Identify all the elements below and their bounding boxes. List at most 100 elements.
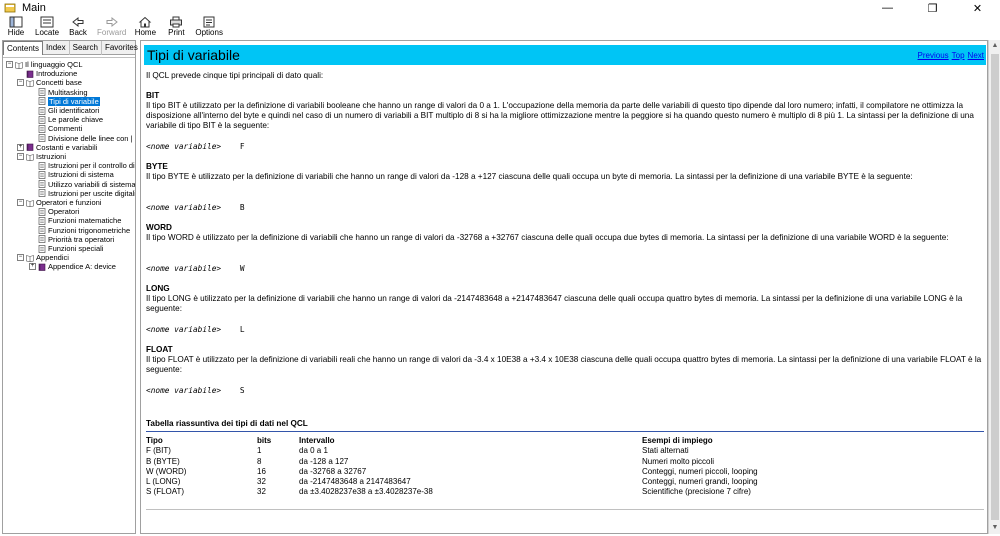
collapse-icon[interactable]: −	[17, 254, 24, 262]
table-cell: da -2147483648 a 2147483647	[299, 477, 411, 487]
title-bar: Main — ❐ ✕	[0, 0, 1000, 16]
tree-item[interactable]: Istruzioni di sistema	[29, 170, 114, 179]
page-icon	[38, 217, 46, 225]
vertical-scrollbar[interactable]: ▲ ▼	[988, 40, 1000, 534]
table-cell: L (LONG)	[146, 477, 181, 487]
locate-button[interactable]: Locate	[35, 16, 59, 37]
tree-item[interactable]: Funzioni matematiche	[29, 216, 121, 225]
table-header-cell: Esempi di impiego	[642, 436, 713, 445]
page-icon	[38, 207, 46, 216]
tab-contents[interactable]: Contents	[3, 41, 44, 55]
top-link[interactable]: Top	[952, 51, 965, 60]
tree-item-label: Utilizzo variabili di sistema	[48, 179, 135, 189]
tree-item-label: Costanti e variabili	[36, 142, 98, 152]
tree-item-label: Operatori e funzioni	[36, 198, 102, 207]
hide-button[interactable]: Hide	[4, 16, 28, 37]
tree-item[interactable]: Priorità tra operatori	[29, 235, 114, 244]
forward-button[interactable]: Forward	[97, 16, 126, 37]
topic-nav-links: Previous Top Next	[918, 51, 984, 60]
collapse-icon[interactable]: −	[17, 79, 24, 87]
table-row: S (FLOAT) 32 da ±3.4028237e38 a ±3.40282…	[146, 487, 986, 497]
expand-icon[interactable]: +	[17, 143, 24, 151]
table-row: W (WORD) 16 da -32768 a 32767 Conteggi, …	[146, 467, 986, 477]
tree-item-label: Appendice A: device	[48, 262, 116, 272]
minimize-button[interactable]: —	[865, 0, 910, 16]
tree-item[interactable]: Operatori	[29, 207, 79, 216]
next-link[interactable]: Next	[968, 51, 984, 60]
page-icon	[38, 97, 46, 106]
page-icon	[38, 235, 46, 244]
tree-item[interactable]: − Operatori e funzioni	[17, 198, 101, 207]
tree-item-label: Multitasking	[48, 87, 88, 97]
tree-item[interactable]: Multitasking	[29, 88, 88, 97]
maximize-button[interactable]: ❐	[910, 0, 955, 16]
section-text-byte: Il tipo BYTE è utilizzato per la definiz…	[146, 172, 913, 181]
tree-item-label: Tipi di variabile	[48, 96, 100, 106]
tree-item-label: Operatori	[48, 207, 80, 217]
tree-item[interactable]: + Appendice A: device	[29, 262, 116, 271]
collapse-icon[interactable]: −	[17, 199, 24, 206]
close-button[interactable]: ✕	[955, 0, 1000, 16]
tree-item[interactable]: Utilizzo variabili di sistema	[29, 180, 135, 189]
tree-item[interactable]: Introduzione	[17, 69, 77, 78]
book-closed-icon	[26, 143, 34, 152]
tree-item[interactable]: − Concetti base	[17, 78, 82, 87]
tree-item[interactable]: − Appendici	[17, 253, 69, 262]
intro-text: Il QCL prevede cinque tipi principali di…	[146, 71, 324, 80]
page-icon	[38, 189, 46, 198]
table-cell: Numeri molto piccoli	[642, 456, 715, 466]
back-button[interactable]: Back	[66, 16, 90, 37]
page-icon	[38, 125, 46, 133]
tree-item-label: Le parole chiave	[48, 115, 104, 125]
scroll-thumb[interactable]	[991, 54, 999, 520]
options-button[interactable]: Options	[195, 16, 223, 37]
table-cell: S (FLOAT)	[146, 487, 185, 497]
tree-item[interactable]: Commenti	[29, 124, 82, 133]
tree-item[interactable]: − Il linguaggio QCL	[6, 60, 83, 69]
hide-icon	[9, 16, 23, 28]
print-button[interactable]: Print	[164, 16, 188, 37]
tree-item[interactable]: Tipi di variabile	[29, 96, 100, 106]
contents-tree[interactable]: − Il linguaggio QCL Introduzione − Concetti …	[3, 57, 135, 533]
table-header-cell: Intervallo	[299, 436, 335, 445]
book-open-icon	[26, 199, 34, 207]
table-cell: 32	[257, 477, 266, 487]
expand-icon[interactable]: +	[29, 263, 36, 271]
tree-item-label: Priorità tra operatori	[48, 234, 115, 244]
tree-item[interactable]: + Costanti e variabili	[17, 143, 97, 152]
table-cell: da ±3.4028237e38 a ±3.4028237e-38	[299, 487, 433, 497]
tree-item[interactable]: Le parole chiave	[29, 115, 103, 124]
syntax-bit: <nome variabile> F	[146, 142, 245, 151]
tree-item[interactable]: Gli identificatori	[29, 106, 99, 115]
tree-item[interactable]: Istruzioni per il controllo di	[29, 161, 135, 170]
tree-item[interactable]: Funzioni trigonometriche	[29, 226, 130, 235]
tab-index[interactable]: Index	[43, 41, 70, 55]
tab-search[interactable]: Search	[70, 41, 102, 55]
scroll-down-icon[interactable]: ▼	[989, 522, 1000, 534]
tab-favorites[interactable]: Favorites	[102, 41, 142, 55]
home-button[interactable]: Home	[133, 16, 157, 37]
locate-icon	[40, 16, 54, 28]
scroll-up-icon[interactable]: ▲	[989, 40, 1000, 52]
previous-link[interactable]: Previous	[918, 51, 949, 60]
syntax-word: <nome variabile> W	[146, 264, 245, 273]
tree-item-label: Commenti	[48, 124, 83, 134]
home-icon	[139, 16, 152, 28]
tree-item[interactable]: Divisione delle linee con |	[29, 134, 133, 143]
section-text-bit: Il tipo BIT è utilizzato per la definizi…	[146, 101, 974, 130]
collapse-icon[interactable]: −	[17, 153, 24, 160]
book-closed-icon	[26, 70, 34, 78]
table-cell: 1	[257, 446, 262, 456]
tree-item[interactable]: Istruzioni per uscite digitali	[29, 189, 135, 198]
table-title: Tabella riassuntiva dei tipi di dati nel…	[146, 419, 308, 428]
tree-item[interactable]: Funzioni speciali	[29, 244, 103, 253]
topic-pane: Tipi di variabile Previous Top Next Il Q…	[140, 40, 988, 534]
app-icon	[4, 3, 16, 13]
section-heading-byte: BYTE	[146, 162, 168, 171]
tree-item[interactable]: − Istruzioni	[17, 152, 66, 161]
collapse-icon[interactable]: −	[6, 61, 13, 68]
table-divider	[146, 431, 984, 432]
page-icon	[38, 88, 46, 96]
table-header-row: Tipo bits Intervallo Esempi di impiego	[146, 436, 986, 446]
table-cell: W (WORD)	[146, 466, 187, 476]
